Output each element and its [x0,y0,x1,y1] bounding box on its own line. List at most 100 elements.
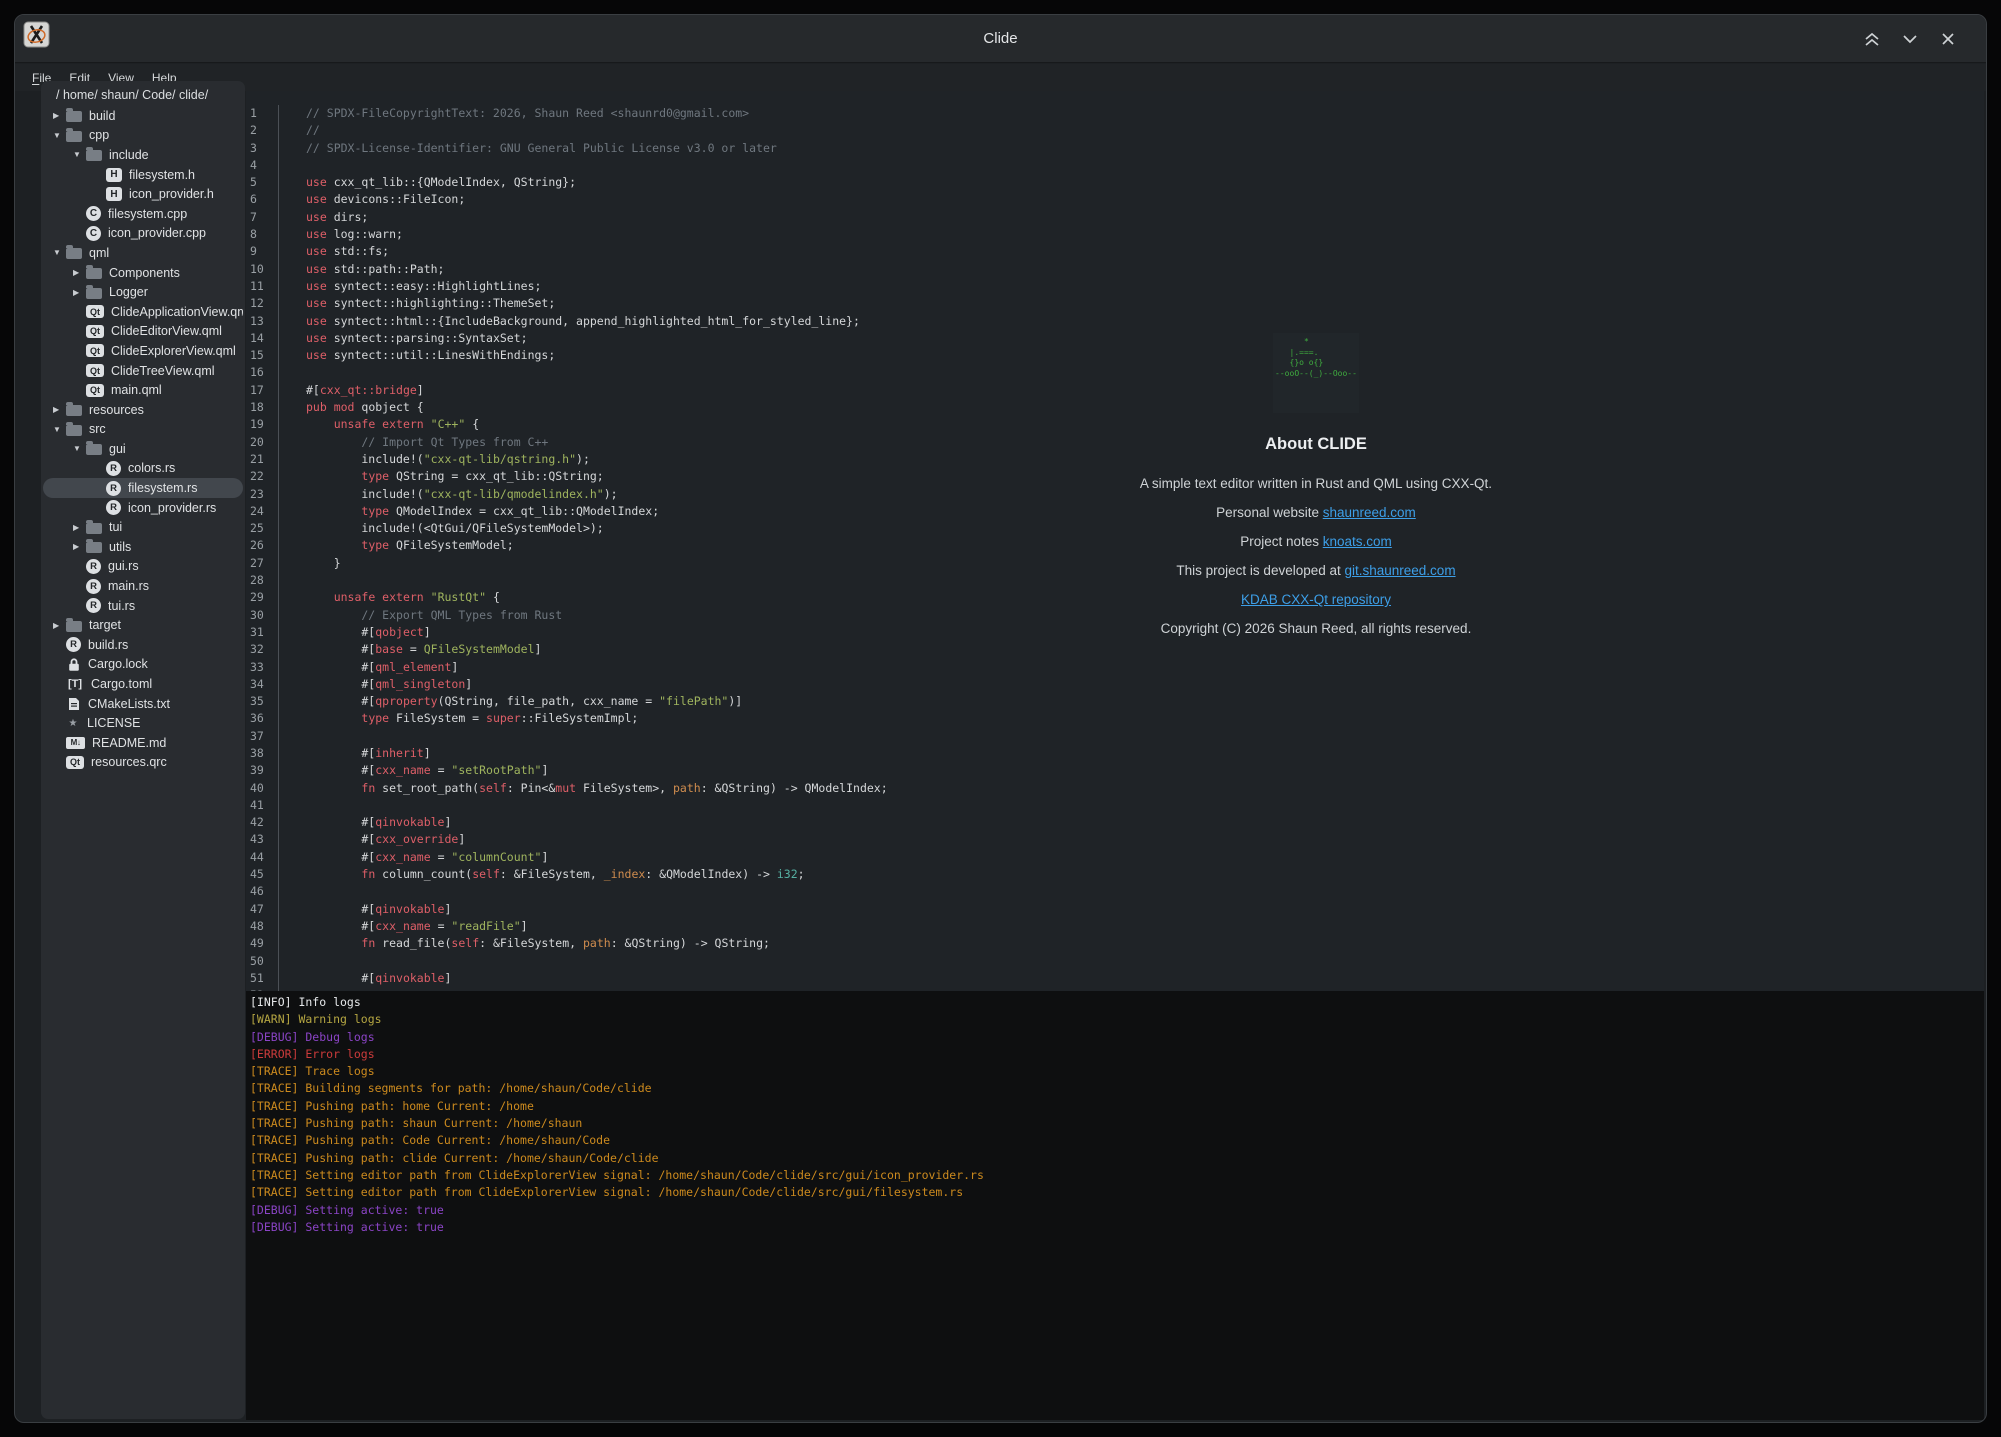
chevron-collapsed-icon: ▶ [71,288,86,297]
tree-item-cargo-toml[interactable]: [T]Cargo.toml [43,674,243,694]
code-line-text: unsafe extern "RustQt" { [278,589,500,606]
log-line-info: [INFO] Info logs [250,994,1984,1011]
tree-item-label: gui [109,442,126,456]
code-line: 34 #[qml_singleton] [246,676,1984,693]
code-line: 4 [246,157,1984,174]
log-line-debug: [DEBUG] Setting active: true [250,1219,1984,1236]
tree-item-logger[interactable]: ▶Logger [43,282,243,302]
about-link-row: Project notes knoats.com [1240,527,1392,556]
tree-item-main-rs[interactable]: Rmain.rs [43,576,243,596]
tree-item-clideexplorerview-qml[interactable]: QtClideExplorerView.qml [43,341,243,361]
log-line-trace: [TRACE] Setting editor path from ClideEx… [250,1184,1984,1201]
code-line-text: unsafe extern "C++" { [278,416,479,433]
folder-icon [86,150,102,161]
tree-item-cmakelists-txt[interactable]: CMakeLists.txt [43,694,243,714]
code-line-text: #[cxx_override] [278,831,465,848]
folder-icon [66,425,82,436]
titlebar[interactable]: Clide [15,15,1986,63]
tree-item-clideapplicationview-qml[interactable]: QtClideApplicationView.qml [43,302,243,322]
tree-item-qml[interactable]: ▼qml [43,243,243,263]
line-number: 2 [246,122,278,139]
log-line-trace: [TRACE] Building segments for path: /hom… [250,1080,1984,1097]
code-line-text [278,728,306,745]
log-panel[interactable]: [INFO] Info logs[WARN] Warning logs[DEBU… [246,991,1984,1420]
code-line-text [278,883,306,900]
tree-item-icon-provider-rs[interactable]: Ricon_provider.rs [43,498,243,518]
tree-item-tui-rs[interactable]: Rtui.rs [43,596,243,616]
tree-item-build[interactable]: ▶build [43,106,243,126]
tree-item-filesystem-cpp[interactable]: Cfilesystem.cpp [43,204,243,224]
tree-item-build-rs[interactable]: Rbuild.rs [43,635,243,655]
tree-item-gui[interactable]: ▼gui [43,439,243,459]
tree-item-clideeditorview-qml[interactable]: QtClideEditorView.qml [43,322,243,342]
about-link[interactable]: git.shaunreed.com [1345,563,1456,578]
line-number: 10 [246,261,278,278]
code-line-text [278,953,306,970]
app-icon [23,21,50,48]
code-line-text: #[qinvokable] [278,970,451,987]
file-tree-panel: / home/ shaun/ Code/ clide/ ▶build▼cpp▼i… [41,81,245,1419]
tree-item-filesystem-h[interactable]: Hfilesystem.h [43,165,243,185]
tree-item-cargo-lock[interactable]: Cargo.lock [43,655,243,675]
tree-item-gui-rs[interactable]: Rgui.rs [43,557,243,577]
code-line-text: fn set_root_path(self: Pin<&mut FileSyst… [278,780,888,797]
code-line: 9use std::fs; [246,243,1984,260]
tree-item-readme-md[interactable]: M↓README.md [43,733,243,753]
shade-button[interactable] [1860,29,1884,49]
line-number: 32 [246,641,278,658]
tree-item-label: target [89,618,121,632]
tree-item-tui[interactable]: ▶tui [43,517,243,537]
about-copyright: Copyright (C) 2026 Shaun Reed, all right… [1161,614,1472,643]
editor[interactable]: 1// SPDX-FileCopyrightText: 2026, Shaun … [246,91,1984,991]
tree-item-components[interactable]: ▶Components [43,263,243,283]
tree-item-utils[interactable]: ▶utils [43,537,243,557]
line-number: 38 [246,745,278,762]
about-link[interactable]: KDAB CXX-Qt repository [1241,592,1391,607]
about-links: Personal website shaunreed.comProject no… [1176,498,1455,614]
tree-item-label: main.qml [111,383,162,397]
file-type-icon-h: H [106,168,122,182]
code-line: 43 #[cxx_override] [246,831,1984,848]
tree-item-src[interactable]: ▼ src [43,420,243,440]
tree-item-main-qml[interactable]: Qtmain.qml [43,380,243,400]
code-line: 45 fn column_count(self: &FileSystem, _i… [246,866,1984,883]
code-line: 37 [246,728,1984,745]
line-number: 3 [246,140,278,157]
tree-item-license[interactable]: ★LICENSE [43,713,243,733]
tree-item-label: Components [109,266,180,280]
code-line: 48 #[cxx_name = "readFile"] [246,918,1984,935]
ascii-art: * |.===. {}o o{} --ooO--(_)--Ooo-- [1275,337,1357,379]
code-line: 40 fn set_root_path(self: Pin<&mut FileS… [246,780,1984,797]
chevron-expanded-icon: ▼ [51,248,66,257]
about-link[interactable]: knoats.com [1323,534,1392,549]
tree-item-resources[interactable]: ▶resources [43,400,243,420]
tree-item-label: src [89,422,106,436]
tree-item-colors-rs[interactable]: Rcolors.rs [43,459,243,479]
code-line: 10use std::path::Path; [246,261,1984,278]
tree-item-label: ClideEditorView.qml [111,324,222,338]
tree-item-icon-provider-h[interactable]: Hicon_provider.h [43,184,243,204]
about-link[interactable]: shaunreed.com [1323,505,1416,520]
tree-item-clidetreeview-qml[interactable]: QtClideTreeView.qml [43,361,243,381]
close-button[interactable] [1936,29,1960,49]
code-line: 39 #[cxx_name = "setRootPath"] [246,762,1984,779]
file-type-icon-lock [66,657,81,672]
code-line-text: #[qproperty(QString, file_path, cxx_name… [278,693,742,710]
tree-item-filesystem-rs[interactable]: Rfilesystem.rs [43,478,243,498]
about-panel: * |.===. {}o o{} --ooO--(_)--Ooo-- About… [1036,333,1596,643]
file-type-icon-license: ★ [66,718,80,729]
line-number: 30 [246,607,278,624]
tree-item-include[interactable]: ▼include [43,145,243,165]
code-line-text [278,572,306,589]
folder-icon [66,405,82,416]
chevron-expanded-icon: ▼ [51,425,66,434]
tree-item-cpp[interactable]: ▼cpp [43,126,243,146]
tree-item-resources-qrc[interactable]: Qtresources.qrc [43,753,243,773]
chevron-expanded-icon: ▼ [71,150,86,159]
tree-item-icon-provider-cpp[interactable]: Cicon_provider.cpp [43,224,243,244]
line-number: 27 [246,555,278,572]
file-type-icon-h: H [106,187,122,201]
tree-item-target[interactable]: ▶target [43,615,243,635]
minimize-button[interactable] [1898,29,1922,49]
folder-icon [86,288,102,299]
